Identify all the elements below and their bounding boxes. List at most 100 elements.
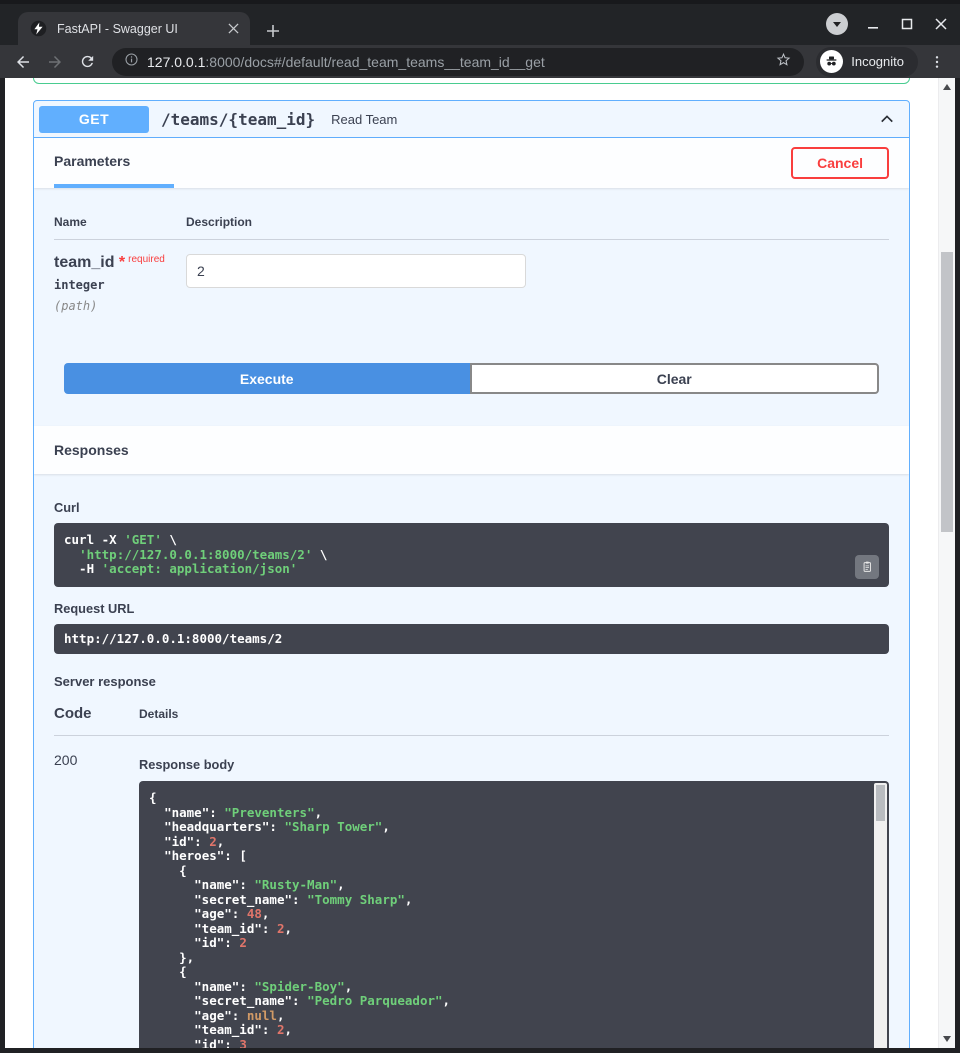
method-badge: GET: [39, 106, 149, 133]
curl-block: curl -X 'GET' \ 'http://127.0.0.1:8000/t…: [54, 523, 889, 587]
code-line: },: [149, 951, 863, 966]
response-body-block: { "name": "Preventers", "headquarters": …: [139, 781, 889, 1048]
clear-button[interactable]: Clear: [470, 363, 880, 394]
endpoint-path: /teams/{team_id}: [161, 110, 315, 129]
response-row: 200 Response body { "name": "Preventers"…: [54, 752, 889, 1048]
code-line: "team_id": 2,: [149, 922, 863, 937]
parameter-name-cell: team_id *required integer (path): [54, 254, 186, 313]
code-line: -H 'accept: application/json': [64, 562, 879, 577]
tab-close-icon[interactable]: [224, 20, 242, 38]
forward-icon[interactable]: [42, 49, 68, 75]
column-code-header: Code: [54, 705, 139, 722]
code-line: {: [149, 965, 863, 980]
browser-menu-icon[interactable]: [924, 49, 950, 75]
parameters-section-header: Parameters Cancel: [34, 138, 909, 188]
incognito-label: Incognito: [851, 54, 904, 69]
curl-code: curl -X 'GET' \ 'http://127.0.0.1:8000/t…: [64, 533, 879, 577]
fastapi-favicon-icon: [30, 20, 47, 37]
execute-button[interactable]: Execute: [64, 363, 470, 394]
swagger-page: GET /teams/{team_id} Read Team Parameter…: [5, 78, 955, 1048]
code-line: "id": 3: [149, 1038, 863, 1049]
column-details-header: Details: [139, 707, 178, 721]
url-host: 127.0.0.1: [147, 54, 205, 70]
site-info-icon[interactable]: [124, 52, 139, 72]
parameters-table: Name Description team_id *required integ…: [34, 188, 909, 347]
responses-content: Curl curl -X 'GET' \ 'http://127.0.0.1:8…: [34, 474, 909, 1048]
response-body-scrollbar-thumb[interactable]: [876, 785, 885, 821]
window-frame: GET /teams/{team_id} Read Team Parameter…: [0, 78, 960, 1053]
response-body-code: { "name": "Preventers", "headquarters": …: [149, 791, 863, 1048]
code-line: "name": "Spider-Boy",: [149, 980, 863, 995]
code-line: "age": 48,: [149, 907, 863, 922]
response-body-scrollbar[interactable]: [874, 783, 887, 1048]
copy-to-clipboard-icon[interactable]: [855, 555, 879, 579]
team-id-input[interactable]: [186, 254, 526, 288]
new-tab-icon[interactable]: [262, 20, 284, 42]
required-asterisk: *: [114, 254, 125, 271]
code-line: "age": null,: [149, 1009, 863, 1024]
code-line: "id": 2,: [149, 835, 863, 850]
tab-parameters[interactable]: Parameters: [54, 138, 174, 188]
url-path: :8000/docs#/default/read_team_teams__tea…: [205, 54, 544, 70]
browser-window: FastAPI - Swagger UI: [0, 0, 960, 1053]
response-body-label: Response body: [139, 757, 889, 772]
column-description-header: Description: [186, 215, 252, 229]
page-scrollbar-thumb[interactable]: [941, 252, 953, 532]
close-icon[interactable]: [932, 15, 950, 33]
status-code: 200: [54, 752, 139, 1048]
url-text[interactable]: 127.0.0.1:8000/docs#/default/read_team_t…: [147, 54, 775, 70]
scrollbar-down-arrow-icon[interactable]: [943, 1036, 951, 1042]
endpoint-summary: Read Team: [331, 112, 397, 127]
code-line: 'http://127.0.0.1:8000/teams/2' \: [64, 548, 879, 563]
parameter-description-cell: [186, 254, 526, 313]
request-url-label: Request URL: [54, 601, 889, 616]
tab-strip: FastAPI - Swagger UI: [0, 0, 960, 45]
code-line: {: [149, 864, 863, 879]
execute-wrapper: Execute Clear: [34, 347, 909, 408]
column-name-header: Name: [54, 215, 186, 229]
code-line: "name": "Preventers",: [149, 806, 863, 821]
required-label: required: [128, 254, 165, 265]
endpoint-header[interactable]: GET /teams/{team_id} Read Team: [34, 101, 909, 138]
tab-search-icon[interactable]: [826, 13, 848, 35]
parameter-type: integer: [54, 278, 186, 292]
parameter-row: team_id *required integer (path): [54, 240, 889, 313]
request-url-block: http://127.0.0.1:8000/teams/2: [54, 624, 889, 655]
response-table-header: Code Details: [54, 705, 889, 736]
code-line: {: [149, 791, 863, 806]
maximize-icon[interactable]: [898, 15, 916, 33]
browser-toolbar: 127.0.0.1:8000/docs#/default/read_team_t…: [0, 45, 960, 78]
parameter-location: (path): [54, 299, 186, 313]
tab-title: FastAPI - Swagger UI: [57, 22, 224, 36]
incognito-icon: [820, 50, 843, 73]
code-line: "headquarters": "Sharp Tower",: [149, 820, 863, 835]
collapse-chevron-icon[interactable]: [875, 107, 899, 131]
code-line: "team_id": 2,: [149, 1023, 863, 1038]
code-line: curl -X 'GET' \: [64, 533, 879, 548]
code-line: "secret_name": "Pedro Parqueador",: [149, 994, 863, 1009]
server-response-label: Server response: [54, 674, 889, 689]
minimize-icon[interactable]: [864, 15, 882, 33]
code-line: "name": "Rusty-Man",: [149, 878, 863, 893]
code-line: "heroes": [: [149, 849, 863, 864]
curl-label: Curl: [54, 500, 889, 515]
back-icon[interactable]: [10, 49, 36, 75]
code-line: "secret_name": "Tommy Sharp",: [149, 893, 863, 908]
bookmark-star-icon[interactable]: [775, 51, 792, 73]
code-line: "id": 2: [149, 936, 863, 951]
parameters-table-header: Name Description: [54, 208, 889, 240]
previous-endpoint-bottom-edge: [33, 78, 910, 84]
opblock-get-teams-team-id: GET /teams/{team_id} Read Team Parameter…: [33, 100, 910, 1048]
responses-title: Responses: [54, 442, 129, 458]
responses-section-header: Responses: [34, 426, 909, 474]
cancel-button[interactable]: Cancel: [791, 147, 889, 179]
browser-tab[interactable]: FastAPI - Swagger UI: [18, 12, 250, 45]
scrollbar-up-arrow-icon[interactable]: [943, 84, 951, 90]
parameter-name: team_id: [54, 254, 114, 271]
request-url-value: http://127.0.0.1:8000/teams/2: [64, 632, 879, 647]
page-scrollbar[interactable]: [938, 78, 955, 1048]
reload-icon[interactable]: [74, 49, 100, 75]
url-bar[interactable]: 127.0.0.1:8000/docs#/default/read_team_t…: [112, 48, 804, 76]
response-details-cell: Response body { "name": "Preventers", "h…: [139, 752, 889, 1048]
incognito-badge: Incognito: [816, 47, 918, 77]
